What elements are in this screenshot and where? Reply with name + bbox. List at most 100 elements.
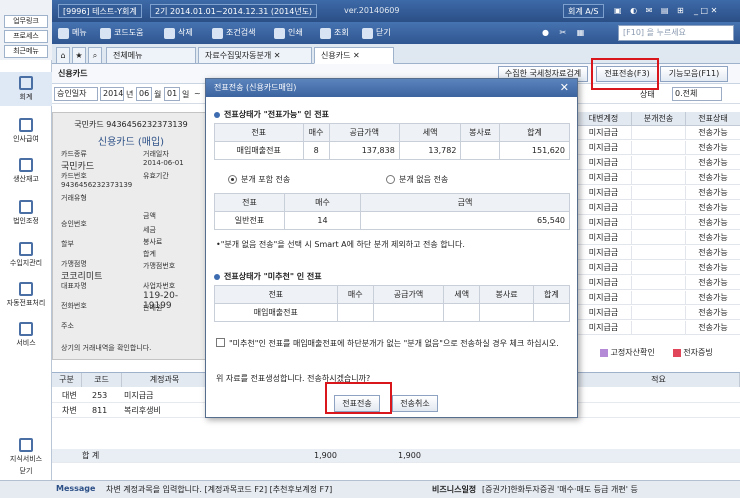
no-journal-checkbox[interactable]: "미추천"인 전표를 매입매출전표에 하단분개가 없는 "분개 없음"으로 전송… (216, 337, 566, 351)
sidebar-item-income[interactable]: 수입지관리 (0, 242, 52, 268)
grid-cell[interactable]: 미지급금 (576, 171, 632, 185)
close-icon[interactable]: ✕ (274, 51, 281, 60)
year-input[interactable]: 2014 (100, 87, 124, 101)
grid-cell[interactable]: 전송가능 (686, 231, 740, 245)
dialog-title-bar[interactable]: 전표전송 (신용카드매입) ✕ (206, 79, 577, 97)
grid-cell[interactable]: 미지급금 (576, 141, 632, 155)
grid-cell[interactable]: 전송가능 (686, 201, 740, 215)
search-condition-button[interactable]: 조건검색 (212, 25, 255, 41)
grid-cell[interactable] (632, 186, 686, 200)
grid-cell[interactable]: 미지급금 (576, 216, 632, 230)
grid-cell[interactable] (632, 171, 686, 185)
month-input[interactable]: 06 (136, 87, 152, 101)
tab-data-collection[interactable]: 자료수집및자동분개 ✕ (198, 47, 312, 64)
sidebar-item-payroll[interactable]: 인사급여 (0, 118, 52, 144)
sidebar-item-knowledge[interactable]: 지식서비스 (0, 438, 52, 464)
column-header[interactable]: 분개전송 (632, 112, 686, 126)
date-type-select[interactable]: 승인일자 (54, 87, 98, 101)
grid-cell[interactable] (632, 156, 686, 170)
grid-cell[interactable]: 전송가능 (686, 156, 740, 170)
grid-cell[interactable]: 전송가능 (686, 246, 740, 260)
day-input[interactable]: 01 (164, 87, 180, 101)
grid-cell[interactable]: 미지급금 (576, 156, 632, 170)
as-button[interactable]: 회계 A/S (563, 4, 604, 18)
menu-button[interactable]: 메뉴 (58, 25, 87, 41)
grid-cell[interactable]: 미지급금 (576, 186, 632, 200)
grid-cell[interactable] (632, 246, 686, 260)
sidebar-item-inventory[interactable]: 생산재고 (0, 158, 52, 184)
status-select[interactable]: 0.전체 (672, 87, 722, 101)
grid-cell[interactable] (632, 291, 686, 305)
grid-cell[interactable] (632, 216, 686, 230)
delete-button[interactable]: 삭제 (164, 25, 193, 41)
grid-cell[interactable]: 전송가능 (686, 291, 740, 305)
column-header[interactable]: 계정과목 (122, 373, 208, 387)
grid-cell[interactable]: 미지급금 (576, 201, 632, 215)
star-icon[interactable]: ★ (72, 47, 86, 64)
business-text[interactable]: [증권가]한화투자증권 '매수·매도 등급 개편' 등 (482, 484, 638, 495)
grid-cell[interactable]: 미지급금 (576, 231, 632, 245)
grid-cell[interactable]: 미지급금 (576, 291, 632, 305)
close-button[interactable]: 닫기 (362, 25, 391, 41)
code-help-button[interactable]: 코드도움 (100, 25, 143, 41)
functions-button[interactable]: 기능모음(F11) (660, 66, 728, 82)
sidebar-item-auto-voucher[interactable]: 자동전표처리 (0, 282, 52, 308)
grid-cell[interactable]: 전송가능 (686, 141, 740, 155)
grid-cell[interactable] (632, 201, 686, 215)
period-label[interactable]: 2기 2014.01.01~2014.12.31 (2014년도) (150, 4, 318, 18)
grid-cell[interactable]: 미지급금 (576, 306, 632, 320)
window-controls[interactable]: _ □ ✕ (690, 4, 721, 18)
grid-cell[interactable] (632, 276, 686, 290)
column-header[interactable]: 적요 (578, 373, 740, 387)
row-account: 복리후생비 (124, 406, 161, 415)
column-header[interactable]: 대변계정 (576, 112, 632, 126)
window-icons[interactable]: ▣ ◐ ✉ ▤ ⊞ (610, 4, 691, 18)
tool-icons[interactable]: ● ✂ ▦ (542, 25, 588, 41)
search-input[interactable]: [F10] 을 누르세요 (618, 25, 734, 41)
sidebar-item-corp-adjust[interactable]: 법인조정 (0, 200, 52, 226)
grid-cell[interactable] (632, 306, 686, 320)
day-unit: 일 (182, 90, 190, 99)
grid-cell[interactable]: 미지급금 (576, 321, 632, 335)
close-icon[interactable]: ✕ (353, 51, 360, 60)
search-icon[interactable]: ⌕ (88, 47, 102, 64)
home-icon[interactable]: ⌂ (56, 47, 70, 64)
grid-cell[interactable]: 전송가능 (686, 261, 740, 275)
column-header[interactable]: 구분 (52, 373, 82, 387)
cancel-send-button[interactable]: 전송취소 (392, 395, 438, 412)
close-icon[interactable]: ✕ (560, 81, 569, 95)
table-cell: 8 (302, 141, 330, 160)
grid-cell[interactable]: 전송가능 (686, 321, 740, 335)
grid-cell[interactable]: 전송가능 (686, 276, 740, 290)
recent-menu-button[interactable]: 최근메뉴 (4, 45, 48, 58)
grid-cell[interactable] (632, 126, 686, 140)
inquiry-button[interactable]: 조회 (320, 25, 349, 41)
sidebar-item-accounting[interactable]: 회계 (0, 72, 52, 106)
grid-cell[interactable]: 전송가능 (686, 171, 740, 185)
sidebar-close[interactable]: 닫기 (0, 466, 52, 476)
column-header[interactable]: 전표상태 (686, 112, 740, 126)
tab-credit-card[interactable]: 신용카드 ✕ (314, 47, 394, 64)
grid-cell[interactable]: 전송가능 (686, 126, 740, 140)
radio-include-journal[interactable]: 분개 포함 전송 (228, 174, 290, 185)
grid-cell[interactable] (632, 231, 686, 245)
grid-cell[interactable]: 전송가능 (686, 216, 740, 230)
grid-cell[interactable]: 미지급금 (576, 261, 632, 275)
grid-cell[interactable]: 미지급금 (576, 246, 632, 260)
process-button[interactable]: 프로세스 (4, 30, 48, 43)
grid-cell[interactable] (632, 321, 686, 335)
grid-cell[interactable] (632, 141, 686, 155)
grid-cell[interactable]: 전송가능 (686, 186, 740, 200)
grid-cell[interactable]: 미지급금 (576, 276, 632, 290)
sidebar-item-service[interactable]: 서비스 (0, 322, 52, 348)
link-button[interactable]: 업무링크 (4, 15, 48, 28)
radio-exclude-journal[interactable]: 분개 없음 전송 (386, 174, 448, 185)
print-button[interactable]: 인쇄 (274, 25, 303, 41)
grid-cell[interactable] (632, 261, 686, 275)
grid-legend: 고정자산확인 전자증빙 (600, 347, 713, 358)
company-label[interactable]: [9996] 테스트-Y회계 (58, 4, 142, 18)
tab-all-menu[interactable]: 전체메뉴 (106, 47, 196, 64)
column-header[interactable]: 코드 (82, 373, 122, 387)
grid-cell[interactable]: 전송가능 (686, 306, 740, 320)
grid-cell[interactable]: 미지급금 (576, 126, 632, 140)
